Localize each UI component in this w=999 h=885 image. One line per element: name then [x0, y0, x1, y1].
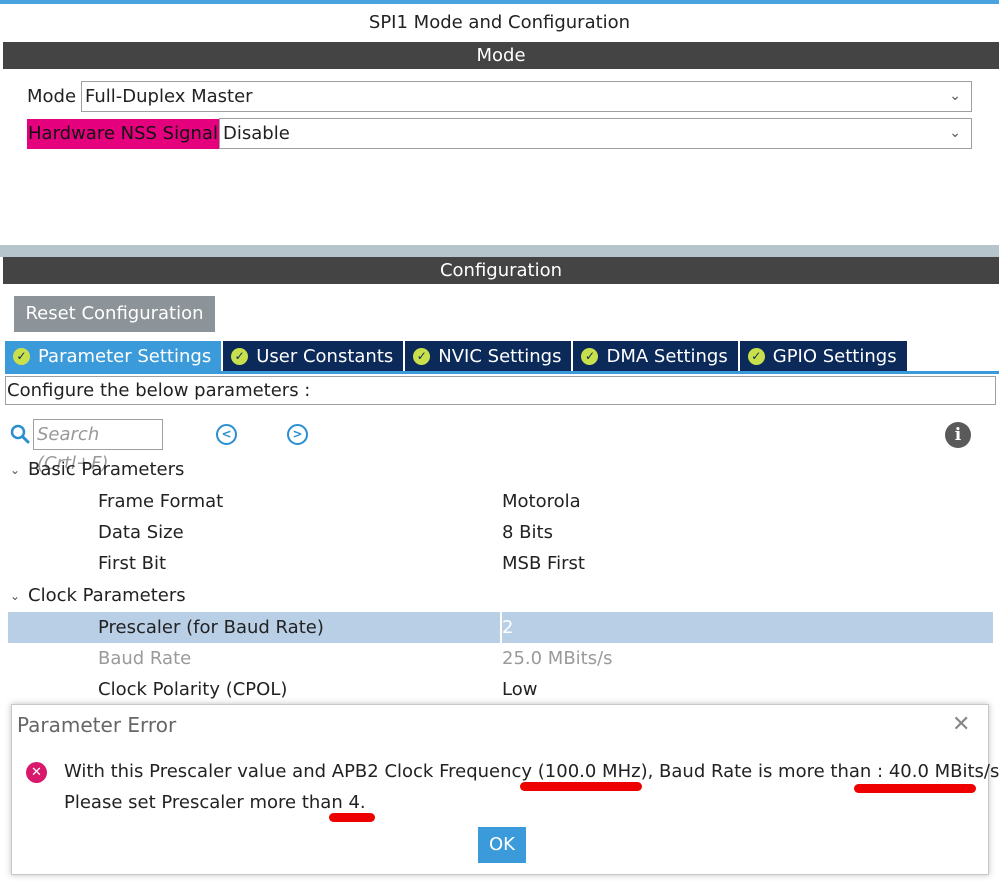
- mode-label: Mode: [27, 86, 77, 107]
- param-value: 8 Bits: [502, 522, 553, 543]
- param-value: 25.0 MBits/s: [502, 648, 613, 669]
- param-name: First Bit: [98, 553, 167, 574]
- param-value: Low: [502, 679, 538, 700]
- hardware-nss-select-value: Disable: [223, 123, 290, 144]
- param-value[interactable]: 2: [502, 612, 513, 643]
- chevron-down-icon: ⌄: [949, 88, 961, 104]
- mode-select[interactable]: Full-Duplex Master ⌄: [81, 81, 972, 112]
- error-message-line2: Please set Prescaler more than 4.: [64, 792, 366, 813]
- tab-underline: [5, 371, 999, 374]
- info-icon[interactable]: i: [945, 422, 971, 448]
- param-row-clock-polarity[interactable]: Clock Polarity (CPOL) Low: [8, 674, 993, 705]
- tab-label: User Constants: [256, 346, 394, 367]
- next-match-button[interactable]: >: [287, 424, 308, 445]
- param-name: Baud Rate: [98, 648, 192, 669]
- param-name: Prescaler (for Baud Rate): [98, 617, 324, 638]
- check-circle-icon: ✓: [747, 348, 765, 365]
- group-label: Clock Parameters: [28, 585, 186, 606]
- dialog-title: Parameter Error: [17, 713, 177, 737]
- window-title: SPI1 Mode and Configuration: [0, 4, 999, 42]
- section-separator: [0, 245, 999, 257]
- param-value: MSB First: [502, 553, 585, 574]
- configuration-section-header: Configuration: [3, 257, 999, 284]
- tab-gpio-settings[interactable]: ✓ GPIO Settings: [739, 341, 907, 372]
- hardware-nss-select[interactable]: Disable ⌄: [219, 118, 972, 149]
- reset-configuration-button[interactable]: Reset Configuration: [14, 296, 215, 332]
- tab-parameter-settings[interactable]: ✓ Parameter Settings: [5, 341, 222, 372]
- tab-label: Parameter Settings: [38, 346, 212, 367]
- param-name: Data Size: [98, 522, 184, 543]
- settings-tabs: ✓ Parameter Settings ✓ User Constants ✓ …: [5, 341, 909, 372]
- chevron-down-icon: ⌄: [10, 589, 21, 603]
- close-icon[interactable]: ✕: [952, 714, 970, 736]
- search-icon[interactable]: [10, 424, 30, 444]
- param-name: Frame Format: [98, 491, 224, 512]
- tab-nvic-settings[interactable]: ✓ NVIC Settings: [405, 341, 572, 372]
- param-row-baud-rate: Baud Rate 25.0 MBits/s: [8, 643, 993, 674]
- search-input[interactable]: Search (Crtl+F): [33, 419, 163, 474]
- check-circle-icon: ✓: [413, 348, 431, 365]
- param-row-frame-format[interactable]: Frame Format Motorola: [8, 486, 993, 517]
- mode-select-value: Full-Duplex Master: [85, 86, 253, 107]
- mode-section-header: Mode: [3, 42, 999, 69]
- red-annotation-underline: [520, 782, 642, 791]
- tab-user-constants[interactable]: ✓ User Constants: [223, 341, 404, 372]
- red-annotation-underline: [854, 784, 976, 793]
- check-circle-icon: ✓: [581, 348, 599, 365]
- ok-button[interactable]: OK: [478, 827, 526, 863]
- error-icon: ✕: [26, 762, 47, 783]
- tab-dma-settings[interactable]: ✓ DMA Settings: [573, 341, 738, 372]
- clock-parameters-group[interactable]: ⌄ Clock Parameters: [10, 581, 186, 611]
- group-label: Basic Parameters: [28, 459, 185, 480]
- param-row-data-size[interactable]: Data Size 8 Bits: [8, 517, 993, 548]
- param-row-first-bit[interactable]: First Bit MSB First: [8, 548, 993, 579]
- tab-label: DMA Settings: [606, 346, 728, 367]
- param-row-prescaler[interactable]: Prescaler (for Baud Rate) 2: [8, 612, 993, 643]
- check-circle-icon: ✓: [231, 348, 249, 365]
- configure-hint: Configure the below parameters :: [5, 376, 996, 405]
- param-name: Clock Polarity (CPOL): [98, 679, 288, 700]
- basic-parameters-group[interactable]: ⌄ Basic Parameters: [10, 455, 184, 485]
- chevron-down-icon: ⌄: [949, 125, 961, 141]
- tab-label: GPIO Settings: [772, 346, 897, 367]
- parameter-error-dialog: Parameter Error ✕ ✕ With this Prescaler …: [11, 704, 999, 875]
- tab-label: NVIC Settings: [438, 346, 562, 367]
- hardware-nss-label: Hardware NSS Signal: [27, 119, 220, 149]
- red-annotation-underline: [329, 813, 375, 822]
- previous-match-button[interactable]: <: [216, 424, 237, 445]
- check-circle-icon: ✓: [13, 348, 30, 365]
- chevron-down-icon: ⌄: [10, 463, 21, 477]
- param-value: Motorola: [502, 491, 581, 512]
